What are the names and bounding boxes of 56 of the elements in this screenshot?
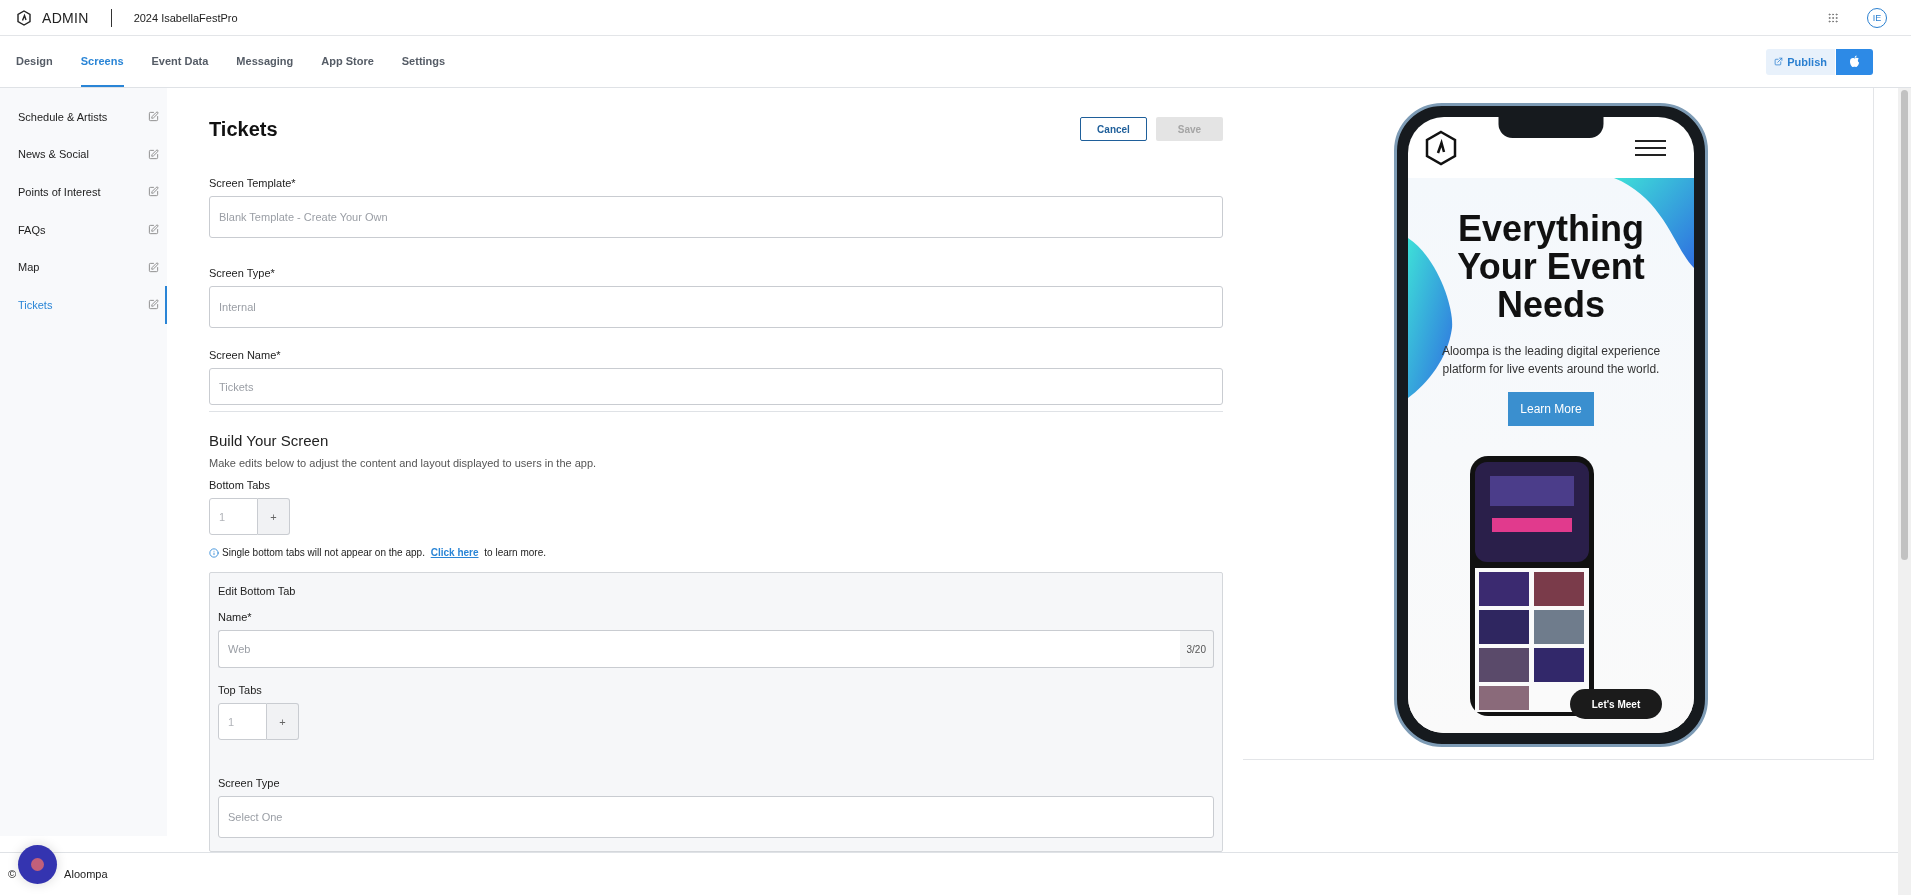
top-tabs-stepper[interactable]: 1 (218, 703, 267, 740)
panel-title: Edit Bottom Tab (218, 585, 297, 597)
nav-tab[interactable]: Design (16, 36, 53, 87)
nav-tab[interactable]: Settings (401, 36, 446, 87)
field-label: Top Tabs (218, 684, 263, 696)
section-title: Build Your Screen (209, 432, 330, 449)
edit-icon[interactable] (148, 148, 159, 160)
apple-button[interactable] (1836, 48, 1873, 75)
sidebar-item[interactable]: Tickets (0, 285, 167, 324)
chat-bubble-button[interactable] (18, 845, 57, 884)
learn-more-button[interactable]: Learn More (1508, 392, 1594, 426)
edit-icon[interactable] (148, 224, 159, 236)
sidebar-item[interactable]: Points of Interest (0, 173, 167, 211)
edit-icon[interactable] (148, 186, 159, 198)
copyright-mark: © (8, 868, 17, 880)
menu-icon[interactable] (1635, 138, 1666, 157)
logo-icon (16, 9, 32, 26)
apple-icon (1849, 55, 1860, 68)
select-field[interactable]: Select One (218, 796, 1214, 838)
info-icon (209, 547, 219, 558)
edit-icon[interactable] (148, 261, 159, 273)
field-label: Name* (218, 611, 253, 623)
apps-grid-icon[interactable] (1827, 11, 1839, 24)
text-field[interactable]: Tickets (209, 368, 1223, 405)
sidebar-item[interactable]: Schedule & Artists (0, 98, 167, 136)
edit-icon[interactable] (148, 299, 159, 311)
bottom-tabs-stepper[interactable]: 1 (209, 498, 258, 535)
company-name: Aloompa (64, 868, 108, 880)
sidebar-item[interactable]: News & Social (0, 135, 167, 174)
hero-heading: Everything Your Event Needs (1456, 210, 1646, 324)
chat-button[interactable]: Let's Meet (1570, 689, 1662, 719)
field-label: Screen Name* (209, 349, 282, 361)
project-name: 2024 IsabellaFestPro (133, 11, 238, 24)
add-button[interactable]: + (258, 498, 290, 535)
info-text: Single bottom tabs will not appear on the app. Click here to learn more. (222, 547, 546, 558)
text-field[interactable]: Blank Template - Create Your Own (209, 196, 1223, 238)
external-link-icon (1774, 57, 1784, 66)
page-title: Tickets (209, 117, 278, 141)
text-field[interactable]: Internal (209, 286, 1223, 328)
field-label: Screen Type* (209, 267, 276, 279)
learn-more-link[interactable]: Click here (430, 547, 479, 558)
nav-tab[interactable]: Messaging (236, 36, 294, 87)
field-label: Screen Type (218, 777, 281, 789)
nav-tab[interactable]: Event Data (151, 36, 209, 87)
add-button[interactable]: + (267, 703, 299, 740)
sidebar-item[interactable]: FAQs (0, 210, 167, 249)
sidebar-item[interactable]: Map (0, 248, 167, 286)
section-description: Make edits below to adjust the content and layout displayed to users in the app. (209, 457, 598, 469)
nav-tab[interactable]: App Store (321, 36, 374, 87)
field-label: Bottom Tabs (209, 479, 271, 491)
logo-icon (1424, 129, 1458, 166)
brand-name: ADMIN (42, 9, 89, 26)
edit-icon[interactable] (148, 111, 159, 123)
cancel-button[interactable]: Cancel (1080, 117, 1147, 141)
publish-button[interactable]: Publish (1766, 48, 1835, 75)
field-label: Screen Template* (209, 177, 297, 189)
